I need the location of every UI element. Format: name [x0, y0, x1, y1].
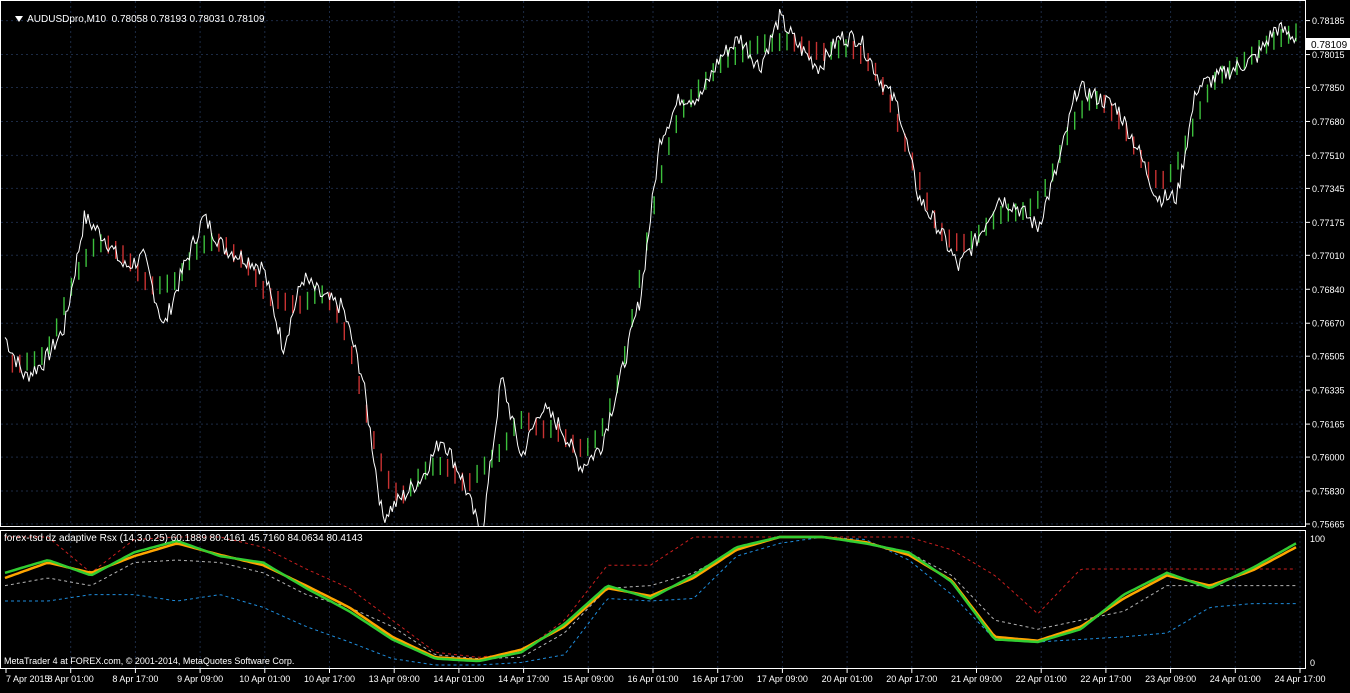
time-label: 24 Apr 01:00 [1210, 674, 1261, 684]
rsx-scale-max: 100 [1310, 534, 1325, 544]
time-label: 20 Apr 17:00 [886, 674, 937, 684]
price-tick-label: 0.75665 [1312, 520, 1345, 530]
time-label: 10 Apr 17:00 [304, 674, 355, 684]
time-axis-ticks: 7 Apr 20158 Apr 01:00 8 Apr 17:00 9 Apr 09… [5, 669, 1326, 684]
price-tick-label: 0.76670 [1312, 319, 1345, 329]
price-tick-label: 0.76165 [1312, 420, 1345, 430]
price-grid [1, 1, 1305, 526]
price-chart-pane[interactable]: AUDUSDpro,M10 0.78058 0.78193 0.78031 0.… [0, 0, 1306, 543]
price-tick-label: 0.77850 [1312, 83, 1345, 93]
symbol-label: AUDUSDpro,M10 [27, 14, 107, 25]
dropdown-triangle-icon[interactable] [15, 16, 24, 23]
current-price-marker: 0.78109 [1306, 38, 1350, 51]
price-chart[interactable] [0, 0, 1306, 543]
time-label: 15 Apr 09:00 [563, 674, 614, 684]
price-tick-label: 0.77175 [1312, 218, 1345, 228]
time-label: 13 Apr 09:00 [369, 674, 420, 684]
chart-header: AUDUSDpro,M10 0.78058 0.78193 0.78031 0.… [4, 3, 265, 36]
indicator-lines [4, 535, 1297, 666]
rsx-main-line [4, 535, 1297, 663]
time-label: 23 Apr 09:00 [1145, 674, 1196, 684]
time-label: 10 Apr 01:00 [239, 674, 290, 684]
ohlc-values: 0.78058 0.78193 0.78031 0.78109 [111, 14, 265, 25]
time-label: 7 Apr 2015 [6, 674, 50, 684]
time-label: 21 Apr 09:00 [951, 674, 1002, 684]
price-tick-label: 0.76335 [1312, 386, 1345, 396]
time-axis[interactable]: 7 Apr 2015 8 Apr 01:00 8 Apr 17:00 9 Apr 09… [0, 669, 1350, 688]
rsx-level-low-line [5, 536, 1296, 666]
time-label: 8 Apr 01:00 [48, 674, 94, 684]
price-tick-label: 0.78015 [1312, 50, 1345, 60]
time-label: 16 Apr 17:00 [692, 674, 743, 684]
price-line [4, 9, 1297, 543]
time-label: 17 Apr 09:00 [757, 674, 808, 684]
time-label: 20 Apr 01:00 [822, 674, 873, 684]
indicator-bars [11, 23, 1297, 504]
price-tick-label: 0.77345 [1312, 184, 1345, 194]
time-label: 8 Apr 17:00 [112, 674, 158, 684]
price-tick-label: 0.75830 [1312, 487, 1345, 497]
price-tick-label: 0.77010 [1312, 251, 1345, 261]
rsx-scale-min: 0 [1310, 658, 1315, 668]
indicator-pane[interactable]: forex-tsd dz adaptive Rsx (14,3,0.25) 60… [0, 530, 1306, 669]
price-tick-label: 0.76840 [1312, 285, 1345, 295]
price-tick-label: 0.77680 [1312, 117, 1345, 127]
rsx-chart[interactable] [0, 530, 1306, 669]
time-label: 14 Apr 01:00 [433, 674, 484, 684]
time-label: 22 Apr 01:00 [1016, 674, 1067, 684]
price-tick-label: 0.78185 [1312, 16, 1345, 26]
indicator-label: forex-tsd dz adaptive Rsx (14,3,0.25) 60… [4, 533, 363, 544]
price-tick-label: 0.77510 [1312, 151, 1345, 161]
time-label: 14 Apr 17:00 [498, 674, 549, 684]
price-tick-label: 0.76505 [1312, 352, 1345, 362]
current-price-label: 0.78109 [1311, 40, 1348, 51]
indicator-grid [70, 531, 1301, 668]
time-label: 9 Apr 09:00 [177, 674, 223, 684]
time-label: 24 Apr 17:00 [1274, 674, 1325, 684]
price-axis-ticks: 0.78185 0.78015 0.77850 0.77680 0.77510 0.773… [1306, 16, 1345, 530]
price-axis[interactable]: 0.78185 0.78015 0.77850 0.77680 0.77510 0.773… [1306, 0, 1350, 669]
time-label: 22 Apr 17:00 [1080, 674, 1131, 684]
price-tick-label: 0.76000 [1312, 453, 1345, 463]
time-label: 16 Apr 01:00 [627, 674, 678, 684]
copyright-text: MetaTrader 4 at FOREX.com, © 2001-2014, … [4, 656, 295, 666]
